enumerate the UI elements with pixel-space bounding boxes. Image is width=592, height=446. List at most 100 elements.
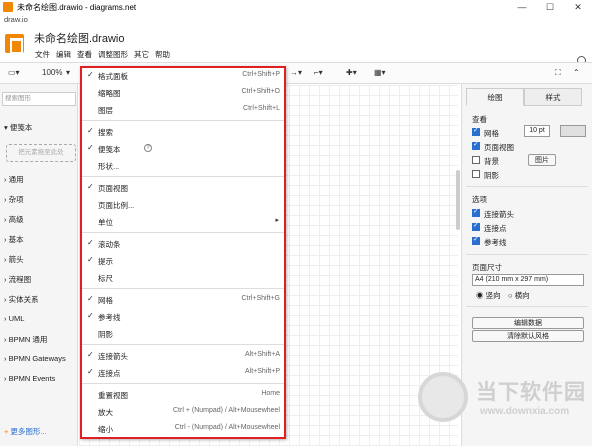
menu-item-label: 放大 bbox=[98, 408, 113, 417]
sidebar-item-uml[interactable]: › UML bbox=[4, 314, 24, 323]
menu-separator bbox=[82, 288, 284, 289]
menu-item-connection-arrows[interactable]: ✓ 连接箭头 Alt+Shift+A bbox=[82, 348, 284, 364]
portrait-label: 竖向 bbox=[485, 291, 501, 300]
menu-item-layers[interactable]: 图层 Ctrl+Shift+L bbox=[82, 102, 284, 118]
menu-item-ruler[interactable]: 标尺 bbox=[82, 270, 284, 286]
menu-item-shadow[interactable]: 阴影 bbox=[82, 326, 284, 342]
sidebar-item-misc[interactable]: › 杂项 bbox=[4, 194, 24, 205]
shadow-checkbox[interactable] bbox=[472, 170, 480, 178]
menu-extras[interactable]: 其它 bbox=[131, 49, 152, 60]
view-layout-icon[interactable]: ▭▾ bbox=[8, 68, 20, 77]
menu-item-page-scale[interactable]: 页面比例... bbox=[82, 197, 284, 213]
table-icon[interactable]: ▦▾ bbox=[374, 68, 386, 77]
orientation-landscape-radio[interactable]: ○ 横向 bbox=[508, 290, 530, 301]
maximize-button[interactable]: ☐ bbox=[536, 0, 564, 14]
menu-item-page-view[interactable]: ✓ 页面视图 bbox=[82, 180, 284, 196]
sidebar-label: 实体关系 bbox=[8, 295, 39, 304]
sidebar-item-arrows[interactable]: › 箭头 bbox=[4, 254, 24, 265]
sidebar-label: 通用 bbox=[8, 175, 24, 184]
document-title[interactable]: 未命名绘图.drawio bbox=[34, 30, 124, 46]
menu-view[interactable]: 查看 bbox=[74, 49, 95, 60]
help-icon[interactable]: ? bbox=[144, 144, 152, 152]
vertical-scrollbar[interactable] bbox=[456, 170, 460, 230]
menu-item-grid[interactable]: ✓ 网格 Ctrl+Shift+G bbox=[82, 292, 284, 308]
menu-edit[interactable]: 编辑 bbox=[53, 49, 74, 60]
shape-search-input[interactable]: 搜索图形 bbox=[2, 92, 76, 106]
edit-data-button[interactable]: 编辑数据 bbox=[472, 317, 584, 329]
sidebar-label: 高级 bbox=[8, 215, 24, 224]
guides-checkbox[interactable] bbox=[472, 235, 480, 245]
background-label: 背景 bbox=[484, 157, 499, 166]
scratchpad-drop-area[interactable]: 把元素拖至此处 bbox=[6, 144, 76, 162]
collapse-icon[interactable]: ⌃ bbox=[573, 68, 580, 77]
menu-item-shortcut: Home bbox=[261, 390, 280, 397]
sidebar-item-er[interactable]: › 实体关系 bbox=[4, 294, 39, 305]
menu-item-label: 参考线 bbox=[98, 313, 121, 322]
sidebar-item-bpmn-events[interactable]: › BPMN Events bbox=[4, 374, 55, 383]
menu-item-label: 搜索 bbox=[98, 128, 113, 137]
view-menu-dropdown: ✓ 格式面板 Ctrl+Shift+P 缩略图 Ctrl+Shift+O 图层 Ctrl… bbox=[80, 66, 286, 439]
page-view-checkbox[interactable] bbox=[472, 140, 480, 150]
sidebar-item-scratchpad[interactable]: ▾ 便笺本 bbox=[4, 122, 32, 133]
background-image-button[interactable]: 图片 bbox=[528, 154, 556, 166]
checkmark-icon: ✓ bbox=[87, 70, 94, 79]
menu-help[interactable]: 帮助 bbox=[152, 49, 173, 60]
sidebar-label: BPMN 通用 bbox=[8, 335, 48, 344]
menu-item-tooltips[interactable]: ✓ 提示 bbox=[82, 253, 284, 269]
clear-default-style-button[interactable]: 清除默认风格 bbox=[472, 330, 584, 342]
menu-separator bbox=[82, 383, 284, 384]
connection-points-checkbox[interactable] bbox=[472, 221, 480, 231]
sidebar-item-general[interactable]: › 通用 bbox=[4, 174, 24, 185]
grid-checkbox[interactable] bbox=[472, 126, 480, 136]
menu-item-connection-points[interactable]: ✓ 连接点 Alt+Shift+P bbox=[82, 365, 284, 381]
tab-diagram[interactable]: 绘图 bbox=[466, 88, 524, 106]
page-view-label: 页面视图 bbox=[484, 143, 514, 152]
sidebar-item-bpmn-general[interactable]: › BPMN 通用 bbox=[4, 334, 47, 345]
paper-size-select[interactable]: A4 (210 mm x 297 mm) bbox=[472, 274, 584, 286]
grid-color-swatch[interactable] bbox=[560, 125, 586, 137]
menu-item-shapes[interactable]: 形状... bbox=[82, 158, 284, 174]
menu-item-reset-view[interactable]: 重置视图 Home bbox=[82, 387, 284, 403]
connection-arrows-checkbox[interactable] bbox=[472, 207, 480, 217]
menu-item-label: 页面视图 bbox=[98, 184, 128, 193]
menu-item-zoom-out[interactable]: 缩小 Ctrl - (Numpad) / Alt+Mousewheel bbox=[82, 421, 284, 437]
menu-item-outline[interactable]: 缩略图 Ctrl+Shift+O bbox=[82, 85, 284, 101]
fullscreen-icon[interactable]: ⛶ bbox=[555, 68, 561, 78]
menu-item-guides[interactable]: ✓ 参考线 bbox=[82, 309, 284, 325]
minimize-button[interactable]: — bbox=[508, 0, 536, 14]
menu-item-units[interactable]: 单位 ▸ bbox=[82, 214, 284, 230]
divider bbox=[466, 186, 588, 187]
waypoint-style-icon[interactable]: ⌐▾ bbox=[314, 68, 323, 77]
menu-item-label: 缩小 bbox=[98, 425, 113, 434]
sidebar-item-bpmn-gateways[interactable]: › BPMN Gateways bbox=[4, 354, 66, 363]
sidebar-item-advanced[interactable]: › 高级 bbox=[4, 214, 24, 225]
checkmark-icon: ✓ bbox=[87, 182, 94, 191]
menu-item-shortcut: Ctrl+Shift+L bbox=[243, 105, 280, 112]
menu-item-label: 滚动条 bbox=[98, 240, 121, 249]
sidebar-label: 箭头 bbox=[8, 255, 24, 264]
menu-item-scrollbars[interactable]: ✓ 滚动条 bbox=[82, 236, 284, 252]
menu-file[interactable]: 文件 bbox=[32, 49, 53, 60]
menu-item-label: 提示 bbox=[98, 257, 113, 266]
grid-label: 网格 bbox=[484, 129, 499, 138]
menu-item-format-panel[interactable]: ✓ 格式面板 Ctrl+Shift+P bbox=[82, 68, 284, 84]
insert-plus-icon[interactable]: ✚▾ bbox=[346, 68, 357, 77]
close-button[interactable]: ✕ bbox=[564, 0, 592, 14]
tab-style[interactable]: 样式 bbox=[524, 88, 582, 106]
menu-arrange[interactable]: 调整图形 bbox=[95, 49, 131, 60]
menu-item-scratchpad[interactable]: ✓ 便笺本? bbox=[82, 141, 284, 157]
sidebar-item-flowchart[interactable]: › 流程图 bbox=[4, 274, 31, 285]
sidebar-label: 便笺本 bbox=[9, 123, 33, 132]
menu-item-shortcut: Ctrl + (Numpad) / Alt+Mousewheel bbox=[173, 407, 280, 414]
menu-item-search[interactable]: ✓ 搜索 bbox=[82, 124, 284, 140]
orientation-portrait-radio[interactable]: ◉ 竖向 bbox=[476, 290, 501, 301]
grid-size-input[interactable]: 10 pt bbox=[524, 125, 550, 137]
background-checkbox[interactable] bbox=[472, 156, 480, 164]
zoom-select[interactable]: 100% bbox=[42, 68, 62, 77]
more-shapes-link[interactable]: 更多图形... bbox=[4, 426, 46, 437]
zoom-dropdown-icon[interactable]: ▾ bbox=[66, 68, 70, 77]
menu-item-zoom-in[interactable]: 放大 Ctrl + (Numpad) / Alt+Mousewheel bbox=[82, 404, 284, 420]
connection-style-icon[interactable]: →▾ bbox=[290, 68, 302, 77]
menu-item-label: 图层 bbox=[98, 106, 113, 115]
sidebar-item-basic[interactable]: › 基本 bbox=[4, 234, 24, 245]
